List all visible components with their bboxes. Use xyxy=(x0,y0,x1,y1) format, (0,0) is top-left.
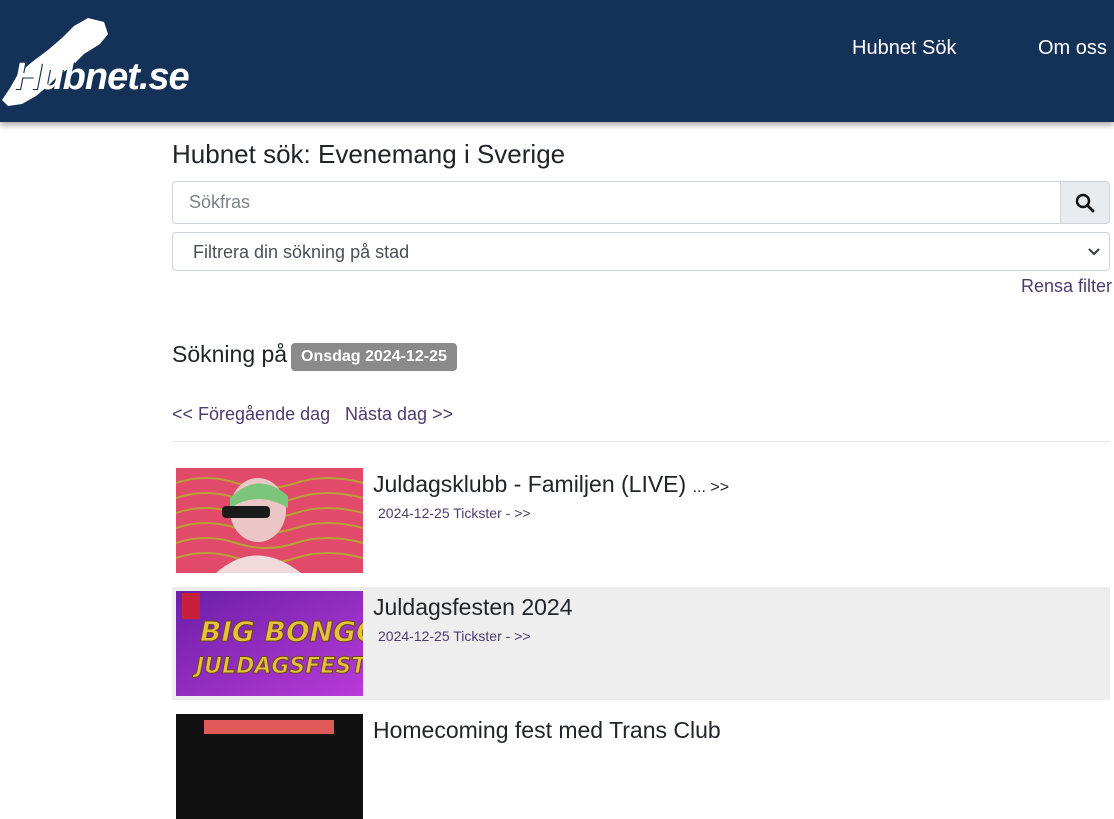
search-group xyxy=(172,181,1110,224)
city-filter-select[interactable]: Filtrera din sökning på stad xyxy=(172,232,1110,271)
date-badge: Onsdag 2024-12-25 xyxy=(291,343,457,371)
search-date-label: Sökning på xyxy=(172,341,288,367)
event-row: Homecoming fest med Trans Club xyxy=(172,710,1110,819)
page-title: Hubnet sök: Evenemang i Sverige xyxy=(172,139,566,169)
event-meta: 2024-12-25 Tickster - >> xyxy=(378,628,531,644)
search-input[interactable] xyxy=(172,181,1061,224)
chevron-down-icon xyxy=(1088,248,1100,256)
previous-day-link[interactable]: << Föregående dag xyxy=(172,404,330,425)
next-day-link[interactable]: Nästa dag >> xyxy=(345,404,453,425)
event-more-link[interactable]: ... >> xyxy=(693,479,729,496)
clear-filter-link[interactable]: Rensa filter xyxy=(1021,276,1112,297)
event-thumbnail[interactable] xyxy=(176,714,363,819)
event-row: Juldagsklubb - Familjen (LIVE) ... >> 20… xyxy=(172,464,1110,577)
event-thumbnail[interactable]: BIG BONGO JULDAGSFESTEN xyxy=(176,591,363,696)
site-logo[interactable]: Hubnet.se xyxy=(0,14,210,114)
search-icon xyxy=(1075,193,1095,212)
city-filter-value: Filtrera din sökning på stad xyxy=(193,242,410,262)
logo-text: Hubnet.se xyxy=(14,56,190,98)
event-thumbnail[interactable] xyxy=(176,468,363,573)
event-title[interactable]: Juldagsfesten 2024 xyxy=(373,594,573,621)
event-title[interactable]: Juldagsklubb - Familjen (LIVE) ... >> xyxy=(373,471,729,498)
svg-text:BIG BONGO: BIG BONGO xyxy=(200,615,363,648)
divider xyxy=(172,441,1110,442)
tickster-link[interactable]: Tickster - >> xyxy=(453,505,530,521)
event-row: BIG BONGO JULDAGSFESTEN Juldagsfesten 20… xyxy=(172,587,1110,700)
nav-hubnet-sok[interactable]: Hubnet Sök xyxy=(852,37,957,60)
tickster-link[interactable]: Tickster - >> xyxy=(453,628,530,644)
event-date: 2024-12-25 xyxy=(378,505,450,521)
search-button[interactable] xyxy=(1060,181,1110,224)
svg-text:JULDAGSFESTEN: JULDAGSFESTEN xyxy=(192,654,363,679)
event-title[interactable]: Homecoming fest med Trans Club xyxy=(373,717,721,744)
nav-om-oss[interactable]: Om oss xyxy=(1038,37,1107,60)
event-meta: 2024-12-25 Tickster - >> xyxy=(378,505,531,521)
event-date: 2024-12-25 xyxy=(378,628,450,644)
site-header: Hubnet.se Hubnet Sök Om oss xyxy=(0,0,1114,122)
